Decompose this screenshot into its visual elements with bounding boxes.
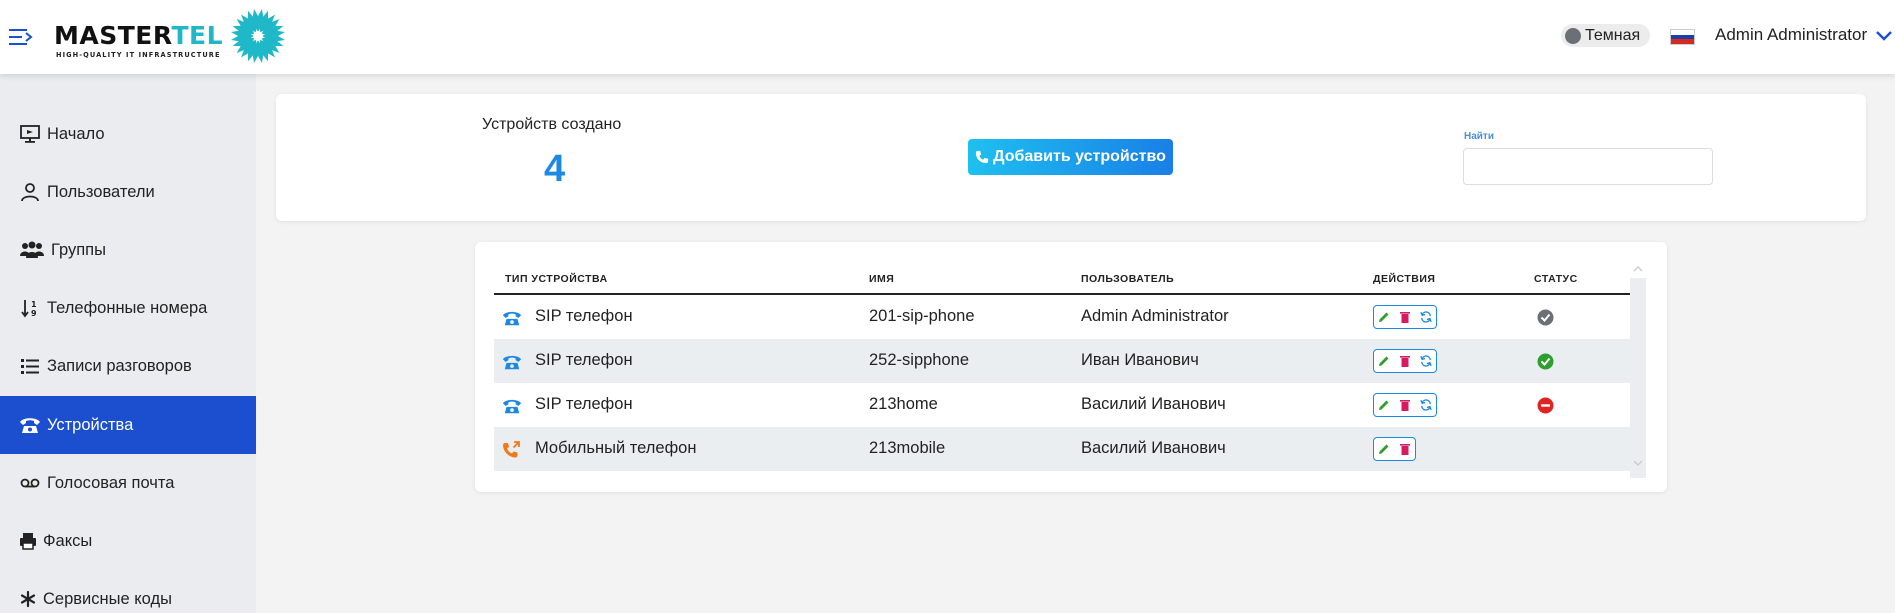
devices-count-label: Устройств создано bbox=[482, 116, 622, 133]
column-header-actions[interactable]: ДЕЙСТВИЯ bbox=[1373, 273, 1435, 285]
table-row[interactable]: Мобильный телефон 213mobile Василий Иван… bbox=[494, 427, 1630, 471]
desk-phone-icon bbox=[502, 399, 522, 414]
column-header-type[interactable]: ТИП УСТРОЙСТВА bbox=[505, 273, 608, 285]
sort-numeric-icon: 19 bbox=[19, 297, 41, 319]
theme-toggle[interactable]: Темная bbox=[1561, 24, 1650, 47]
table-row[interactable]: SIP телефон 213home Василий Иванович bbox=[494, 383, 1630, 427]
device-type: SIP телефон bbox=[535, 395, 633, 413]
toggle-knob bbox=[1565, 27, 1581, 44]
table-scrollbar[interactable] bbox=[1630, 278, 1646, 478]
edit-icon[interactable] bbox=[1378, 354, 1390, 368]
sidebar-item-faxes[interactable]: Факсы bbox=[0, 512, 256, 570]
sidebar-item-label: Записи разговоров bbox=[47, 356, 192, 375]
device-user: Иван Иванович bbox=[1081, 351, 1199, 369]
top-header: MASTERTEL HIGH-QUALITY IT INFRASTRUCTURE bbox=[0, 0, 1895, 74]
user-menu[interactable]: Admin Administrator bbox=[1715, 25, 1893, 45]
chevron-down-icon bbox=[1876, 31, 1892, 41]
russian-flag-icon[interactable] bbox=[1670, 29, 1695, 45]
column-header-name[interactable]: ИМЯ bbox=[869, 273, 894, 285]
device-type: SIP телефон bbox=[535, 351, 633, 369]
asterisk-icon bbox=[19, 588, 37, 610]
status-offline-icon bbox=[1537, 309, 1554, 326]
sidebar-item-label: Группы bbox=[51, 240, 106, 259]
device-user: Василий Иванович bbox=[1081, 439, 1226, 457]
trash-icon[interactable] bbox=[1399, 354, 1411, 368]
desk-phone-icon bbox=[502, 355, 522, 370]
sidebar-item-devices[interactable]: Устройства bbox=[0, 396, 256, 454]
device-name: 201-sip-phone bbox=[869, 307, 975, 325]
row-actions bbox=[1373, 349, 1437, 373]
sidebar-item-call-records[interactable]: Записи разговоров bbox=[0, 337, 256, 395]
trash-icon[interactable] bbox=[1399, 442, 1411, 456]
list-icon bbox=[19, 355, 41, 377]
devices-table-card: ТИП УСТРОЙСТВА ИМЯ ПОЛЬЗОВАТЕЛЬ ДЕЙСТВИЯ… bbox=[475, 242, 1667, 492]
device-user: Василий Иванович bbox=[1081, 395, 1226, 413]
sidebar-item-service-codes[interactable]: Сервисные коды bbox=[0, 570, 256, 613]
row-actions bbox=[1373, 305, 1437, 329]
sync-icon[interactable] bbox=[1420, 310, 1432, 324]
device-name: 252-sipphone bbox=[869, 351, 969, 369]
sidebar-item-home[interactable]: Начало bbox=[0, 105, 256, 163]
search-label: Найти bbox=[1464, 131, 1494, 142]
device-name: 213mobile bbox=[869, 439, 946, 457]
sidebar-item-label: Устройства bbox=[47, 415, 134, 434]
device-type: Мобильный телефон bbox=[535, 439, 697, 457]
status-error-icon bbox=[1537, 397, 1554, 414]
svg-text:1: 1 bbox=[31, 300, 37, 309]
users-icon bbox=[19, 239, 45, 261]
sync-icon[interactable] bbox=[1420, 354, 1432, 368]
device-type: SIP телефон bbox=[535, 307, 633, 325]
mobile-forward-icon bbox=[503, 441, 520, 458]
edit-icon[interactable] bbox=[1378, 310, 1390, 324]
mastertel-logo[interactable]: MASTERTEL HIGH-QUALITY IT INFRASTRUCTURE bbox=[54, 6, 289, 68]
sidebar-item-label: Факсы bbox=[43, 531, 93, 550]
table-row[interactable]: SIP телефон 201-sip-phone Admin Administ… bbox=[494, 295, 1630, 339]
sidebar-item-users[interactable]: Пользователи bbox=[0, 163, 256, 221]
search-input[interactable] bbox=[1463, 148, 1713, 185]
sidebar-item-label: Телефонные номера bbox=[47, 298, 208, 317]
snowflake-logo-icon bbox=[231, 9, 285, 63]
column-header-user[interactable]: ПОЛЬЗОВАТЕЛЬ bbox=[1081, 273, 1174, 285]
sidebar-item-groups[interactable]: Группы bbox=[0, 221, 256, 279]
sidebar: Начало Пользователи Группы 19 Телефонные… bbox=[0, 74, 256, 613]
sync-icon[interactable] bbox=[1420, 398, 1432, 412]
monitor-icon bbox=[19, 123, 41, 145]
logo-wordmark: MASTERTEL bbox=[54, 21, 224, 50]
device-name: 213home bbox=[869, 395, 938, 413]
devices-count-value: 4 bbox=[544, 148, 566, 190]
theme-label: Темная bbox=[1585, 26, 1641, 44]
menu-toggle-icon[interactable] bbox=[9, 27, 33, 47]
column-header-status[interactable]: СТАТУС bbox=[1534, 273, 1578, 285]
sidebar-item-label: Сервисные коды bbox=[43, 589, 172, 608]
status-online-icon bbox=[1537, 353, 1554, 370]
voicemail-icon bbox=[19, 472, 41, 494]
add-device-button[interactable]: Добавить устройство bbox=[968, 139, 1173, 175]
row-actions bbox=[1373, 437, 1416, 461]
trash-icon[interactable] bbox=[1399, 310, 1411, 324]
table-row[interactable]: SIP телефон 252-sipphone Иван Иванович bbox=[494, 339, 1630, 383]
sidebar-item-label: Пользователи bbox=[47, 182, 155, 201]
sidebar-item-label: Начало bbox=[47, 124, 105, 143]
row-actions bbox=[1373, 393, 1437, 417]
sidebar-item-label: Голосовая почта bbox=[47, 473, 175, 492]
telephone-icon bbox=[19, 414, 41, 436]
add-device-label: Добавить устройство bbox=[993, 148, 1166, 165]
summary-card: Устройств создано 4 Добавить устройство … bbox=[276, 94, 1866, 221]
printer-icon bbox=[19, 530, 37, 552]
scroll-down-icon[interactable] bbox=[1632, 458, 1644, 468]
phone-icon bbox=[976, 150, 989, 164]
edit-icon[interactable] bbox=[1378, 442, 1390, 456]
sidebar-item-phone-numbers[interactable]: 19 Телефонные номера bbox=[0, 279, 256, 337]
logo-tagline: HIGH-QUALITY IT INFRASTRUCTURE bbox=[56, 51, 221, 59]
user-icon bbox=[19, 181, 41, 203]
device-user: Admin Administrator bbox=[1081, 307, 1229, 325]
user-name: Admin Administrator bbox=[1715, 25, 1868, 44]
sidebar-item-voicemail[interactable]: Голосовая почта bbox=[0, 454, 256, 512]
scroll-up-icon[interactable] bbox=[1632, 264, 1644, 274]
edit-icon[interactable] bbox=[1378, 398, 1390, 412]
desk-phone-icon bbox=[502, 311, 522, 326]
trash-icon[interactable] bbox=[1399, 398, 1411, 412]
svg-text:9: 9 bbox=[31, 309, 37, 318]
